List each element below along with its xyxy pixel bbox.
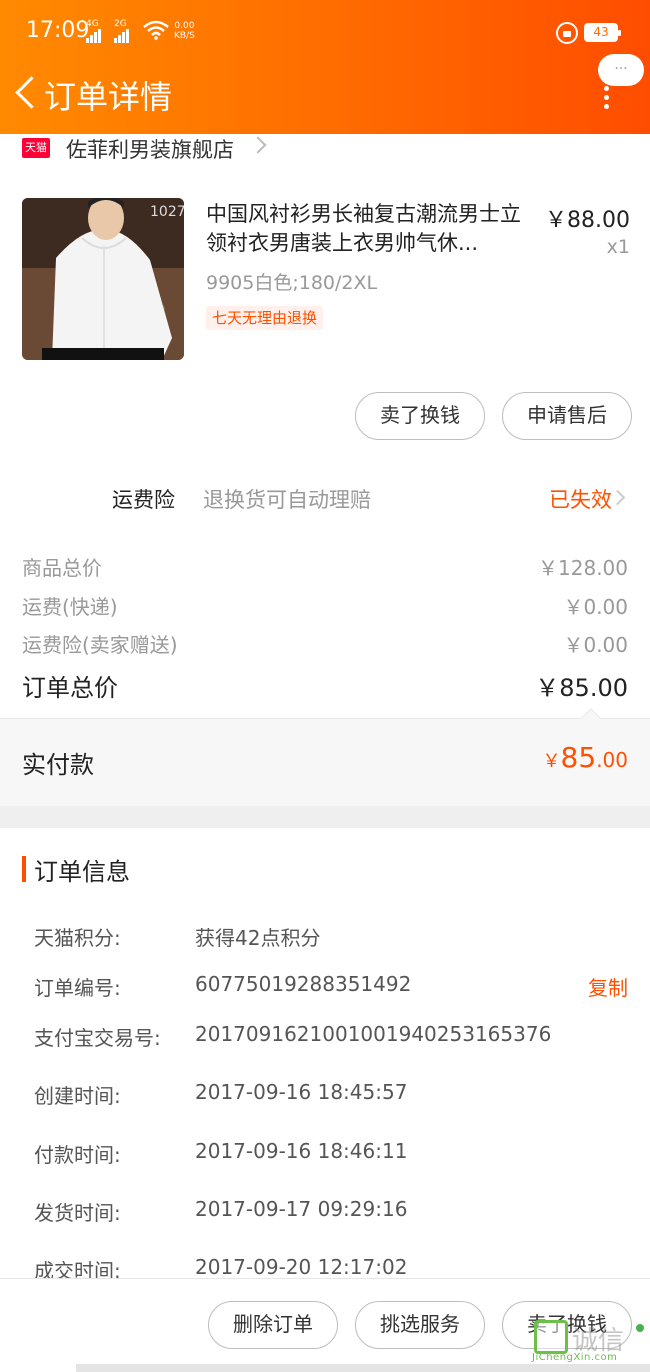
watermark-subtext: JiChengXin.com <box>532 1352 618 1363</box>
paid-integer: 85 <box>560 741 597 774</box>
svg-text:1027: 1027 <box>150 204 184 220</box>
chevron-right-icon <box>249 136 267 154</box>
delete-order-button[interactable]: 删除订单 <box>208 1301 338 1349</box>
chevron-right-icon[interactable] <box>609 489 626 506</box>
home-indicator <box>76 1364 650 1372</box>
points-value: 获得42点积分 <box>195 926 321 950</box>
more-menu-icon[interactable] <box>600 86 612 110</box>
shipping-value: ￥0.00 <box>563 595 628 619</box>
completed-time-value: 2017-09-20 12:17:02 <box>195 1255 408 1279</box>
alipay-trade-value: 2017091621001001940253165376 <box>195 1022 552 1046</box>
more-options-button[interactable]: ··· <box>598 54 644 86</box>
insurance-label: 运费险 <box>112 488 175 512</box>
insurance-status[interactable]: 已失效 <box>549 484 612 514</box>
speed-value: 0.00 <box>174 21 195 31</box>
after-sale-button[interactable]: 申请售后 <box>502 392 632 440</box>
shipped-time-value: 2017-09-17 09:29:16 <box>195 1197 408 1221</box>
subtotal-label: 商品总价 <box>22 556 102 580</box>
shipping-label: 运费(快递) <box>22 595 118 619</box>
watermark-icon <box>534 1320 568 1354</box>
shop-name[interactable]: 佐菲利男装旗舰店 <box>66 134 234 164</box>
signal-2g-icon: 2G <box>114 20 130 43</box>
amount-paid-section: 实付款 ￥85.00 <box>0 708 650 806</box>
paid-decimal: .00 <box>596 748 628 772</box>
sell-for-cash-button[interactable]: 卖了换钱 <box>355 392 485 440</box>
insurance-fee-value: ￥0.00 <box>563 633 628 657</box>
shop-row[interactable]: 天猫 佐菲利男装旗舰店 <box>0 134 650 164</box>
shipped-time-label: 发货时间: <box>34 1201 121 1225</box>
order-total-label: 订单总价 <box>22 674 118 702</box>
paid-time-label: 付款时间: <box>34 1143 121 1167</box>
signal-2g-label: 2G <box>114 19 127 29</box>
paid-time-value: 2017-09-16 18:46:11 <box>195 1139 408 1163</box>
copy-order-number-button[interactable]: 复制 <box>588 972 628 1001</box>
status-bar: 17:09 4G 2G 0.00 KB/S 43 <box>0 0 650 66</box>
product-quantity: x1 <box>606 236 630 258</box>
pointer-notch <box>581 708 601 728</box>
back-button[interactable] <box>12 72 40 112</box>
amount-paid-value: ￥85.00 <box>543 741 628 774</box>
battery-icon: 43 <box>584 23 621 42</box>
network-speed: 0.00 KB/S <box>174 21 195 41</box>
product-sku: 9905白色;180/2XL <box>206 272 378 294</box>
status-time: 17:09 <box>26 18 90 43</box>
return-policy-tag: 七天无理由退换 <box>206 306 324 330</box>
select-service-button[interactable]: 挑选服务 <box>355 1301 485 1349</box>
watermark-logo: 诚信 JiChengXin.com <box>532 1318 646 1363</box>
rotation-lock-icon <box>556 22 578 44</box>
signal-4g-icon: 4G <box>86 20 102 43</box>
watermark-dot <box>636 1324 644 1332</box>
wifi-icon <box>143 20 169 40</box>
subtotal-value: ￥128.00 <box>538 556 628 580</box>
product-title[interactable]: 中国风衬衫男长袖复古潮流男士立领衬衣男唐装上衣男帅气休... <box>206 200 530 258</box>
tmall-badge-icon: 天猫 <box>22 138 50 158</box>
amount-paid-label: 实付款 <box>22 751 94 779</box>
section-divider <box>0 806 650 828</box>
insurance-fee-label: 运费险(卖家赠送) <box>22 633 178 657</box>
app-header: 17:09 4G 2G 0.00 KB/S 43 订单详情 ··· <box>0 0 650 134</box>
speed-unit: KB/S <box>174 31 195 41</box>
product-image[interactable]: 1027 <box>22 198 184 360</box>
alipay-trade-label: 支付宝交易号: <box>34 1026 161 1050</box>
signal-4g-label: 4G <box>86 19 99 29</box>
section-accent-bar <box>22 856 26 882</box>
product-price: ￥88.00 <box>545 208 630 233</box>
points-label: 天猫积分: <box>34 926 121 950</box>
insurance-description: 退换货可自动理赔 <box>203 488 371 512</box>
order-info-title: 订单信息 <box>34 858 130 886</box>
created-time-value: 2017-09-16 18:45:57 <box>195 1080 408 1104</box>
paid-currency: ￥ <box>542 751 561 772</box>
order-number-label: 订单编号: <box>34 976 121 1000</box>
created-time-label: 创建时间: <box>34 1084 121 1108</box>
order-total-value: ￥85.00 <box>535 674 628 702</box>
page-title: 订单详情 <box>44 78 173 116</box>
order-number-value: 60775019288351492 <box>195 972 412 996</box>
